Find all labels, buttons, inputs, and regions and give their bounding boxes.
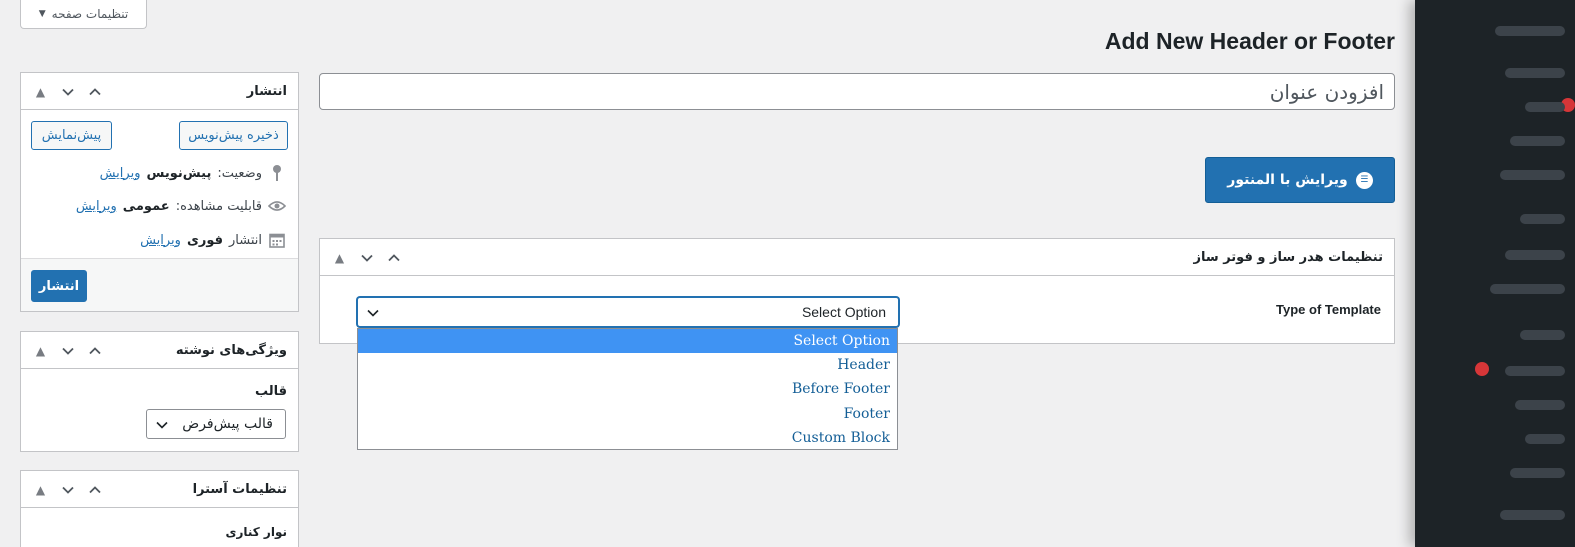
sidebar-item[interactable]	[1495, 26, 1565, 36]
template-settings-title: تنظیمات هدر ساز و فوتر ساز	[1193, 250, 1383, 265]
status-row: وضعیت: پیش‌نویس ویرایش	[100, 163, 286, 183]
option-select-option[interactable]: Select Option	[358, 329, 897, 354]
chevron-down-icon[interactable]	[56, 478, 79, 501]
attributes-header: ویژگی‌های نوشته ▲	[21, 332, 298, 369]
chevron-up-icon[interactable]	[83, 80, 106, 103]
chevron-up-icon[interactable]	[83, 478, 106, 501]
template-select-value: قالب پیش‌فرض	[182, 416, 273, 432]
sidebar-item[interactable]	[1520, 214, 1565, 224]
postbox-controls: ▲	[29, 471, 106, 508]
template-label: قالب	[254, 384, 287, 399]
chevron-down-icon	[367, 309, 379, 317]
pin-icon	[268, 164, 286, 182]
sidebar-item[interactable]	[1515, 400, 1565, 410]
sidebar-item[interactable]	[1500, 170, 1565, 180]
publish-box: انتشار ▲ ذخیره پیش‌نویس پیش‌نمایش وضعیت:…	[20, 72, 299, 312]
move-up-icon[interactable]: ▲	[29, 339, 52, 362]
elementor-button-label: ویرایش با المنتور	[1227, 172, 1348, 188]
screen-options-button[interactable]: تنظیمات صفحه ▼	[20, 0, 147, 29]
attributes-title: ویژگی‌های نوشته	[175, 343, 287, 358]
schedule-edit-link[interactable]: ویرایش	[140, 233, 181, 248]
option-before-footer[interactable]: Before Footer	[358, 377, 897, 401]
sidebar-item[interactable]	[1505, 68, 1565, 78]
chevron-down-icon[interactable]	[56, 80, 79, 103]
eye-icon	[268, 197, 286, 215]
publish-title: انتشار	[246, 84, 287, 99]
template-select[interactable]: قالب پیش‌فرض	[146, 409, 286, 439]
notification-badge	[1475, 362, 1489, 376]
publish-actions: انتشار	[21, 258, 298, 311]
calendar-icon	[268, 231, 286, 249]
triangle-down-icon: ▼	[38, 9, 46, 19]
type-of-template-label: Type of Template	[1276, 302, 1381, 317]
astra-settings-box: تنظیمات آسترا ▲ نوار کناری	[20, 470, 299, 547]
elementor-icon: ☰	[1355, 171, 1373, 189]
publish-button[interactable]: انتشار	[31, 270, 87, 302]
chevron-down-icon[interactable]	[56, 339, 79, 362]
post-attributes-box: ویژگی‌های نوشته ▲ قالب قالب پیش‌فرض	[20, 331, 299, 452]
visibility-label: قابلیت مشاهده:	[175, 198, 262, 214]
page-title: Add New Header or Footer	[1104, 28, 1395, 54]
status-edit-link[interactable]: ویرایش	[100, 166, 141, 181]
type-of-template-options: Select Option Header Before Footer Foote…	[357, 328, 898, 450]
schedule-label: انتشار	[229, 232, 262, 248]
sidebar-item[interactable]	[1490, 284, 1565, 294]
template-settings-header: تنظیمات هدر ساز و فوتر ساز ▲	[320, 239, 1394, 276]
visibility-row: قابلیت مشاهده: عمومی ویرایش	[76, 196, 286, 216]
option-custom-block[interactable]: Custom Block	[358, 426, 897, 450]
visibility-edit-link[interactable]: ویرایش	[76, 199, 117, 214]
save-draft-button[interactable]: ذخیره پیش‌نویس	[179, 121, 288, 150]
schedule-row: انتشار فوری ویرایش	[140, 230, 286, 250]
move-up-icon[interactable]: ▲	[29, 80, 52, 103]
type-of-template-select[interactable]: Select Option	[357, 297, 899, 327]
chevron-up-icon[interactable]	[382, 246, 405, 269]
postbox-controls: ▲	[29, 332, 106, 369]
astra-header: تنظیمات آسترا ▲	[21, 471, 298, 508]
schedule-value: فوری	[186, 232, 223, 248]
sidebar-item[interactable]	[1510, 136, 1565, 146]
sidebar-setting-label: نوار کناری	[225, 525, 287, 539]
sidebar-item[interactable]	[1525, 434, 1565, 444]
admin-sidebar	[1415, 0, 1575, 547]
astra-title: تنظیمات آسترا	[192, 482, 287, 497]
chevron-down-icon[interactable]	[355, 246, 378, 269]
publish-header: انتشار ▲	[21, 73, 298, 110]
post-title-input[interactable]	[319, 73, 1395, 110]
postbox-controls: ▲	[29, 73, 106, 110]
sidebar-item[interactable]	[1505, 250, 1565, 260]
move-up-icon[interactable]: ▲	[328, 246, 351, 269]
sidebar-item[interactable]	[1500, 510, 1565, 520]
visibility-value: عمومی	[122, 198, 170, 214]
screen-options-label: تنظیمات صفحه	[51, 7, 129, 21]
sidebar-item[interactable]	[1520, 330, 1565, 340]
edit-with-elementor-button[interactable]: ☰ ویرایش با المنتور	[1205, 157, 1395, 203]
sidebar-item[interactable]	[1525, 102, 1565, 112]
move-up-icon[interactable]: ▲	[29, 478, 52, 501]
status-label: وضعیت:	[217, 165, 262, 181]
type-select-value: Select Option	[801, 304, 886, 320]
status-value: پیش‌نویس	[146, 165, 212, 181]
sidebar-item[interactable]	[1505, 366, 1565, 376]
option-footer[interactable]: Footer	[358, 402, 897, 426]
postbox-controls: ▲	[328, 239, 405, 276]
option-header[interactable]: Header	[358, 353, 897, 377]
chevron-up-icon[interactable]	[83, 339, 106, 362]
chevron-down-icon	[156, 421, 168, 429]
preview-button[interactable]: پیش‌نمایش	[31, 121, 112, 150]
sidebar-item[interactable]	[1510, 468, 1565, 478]
